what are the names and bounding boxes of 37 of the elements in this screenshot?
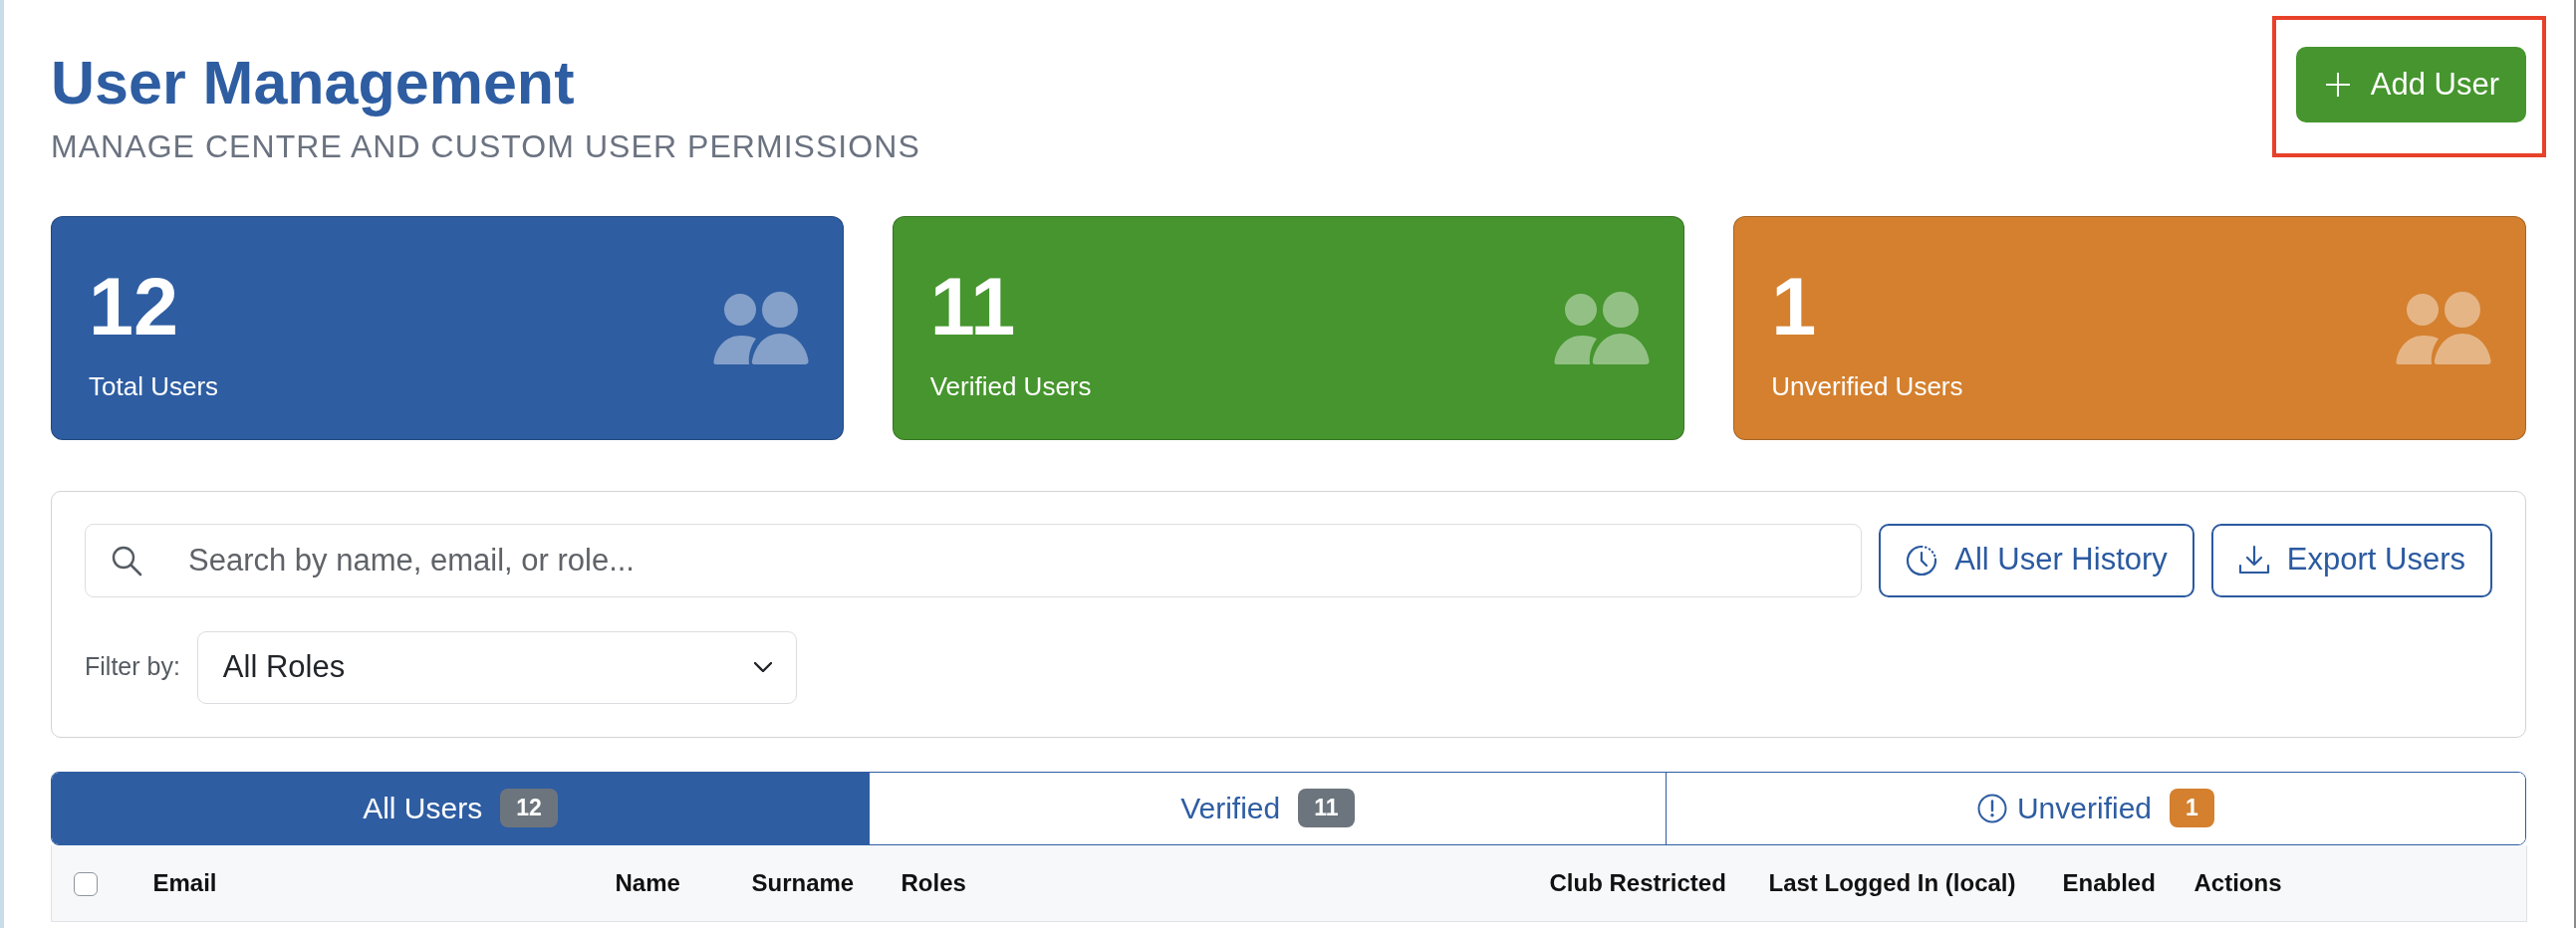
stat-value: 11 (929, 266, 1017, 348)
tab[interactable]: Unverified 1 (1665, 772, 2525, 844)
search-field[interactable]: Search by name, email, or role... (85, 523, 1863, 597)
stat-label: Total Users (89, 370, 219, 402)
people-icon (2396, 291, 2491, 364)
people-icon (1554, 291, 1651, 364)
column-header: Email (140, 844, 604, 922)
export-button[interactable]: Export Users (2210, 523, 2492, 597)
add-user-button[interactable]: Add User (2295, 47, 2526, 122)
clock-icon (1906, 544, 1938, 577)
history-button[interactable]: All User History (1879, 523, 2194, 597)
plus-icon (2325, 73, 2350, 97)
select-all-checkbox[interactable] (74, 872, 98, 897)
role-filter-select[interactable]: All Roles (196, 630, 797, 704)
exclamation-circle-icon (1976, 793, 2007, 823)
column-header: Enabled (2050, 844, 2183, 922)
column-header: Actions (2182, 844, 2527, 922)
filter-label: Filter by: (85, 651, 180, 683)
stat-label: Verified Users (929, 370, 1092, 402)
stat-value: 1 (1771, 266, 1818, 348)
column-header: Surname (739, 844, 890, 922)
count-badge: 12 (500, 788, 558, 828)
count-badge: 11 (1298, 788, 1355, 828)
download-icon (2237, 544, 2270, 577)
stat-value: 12 (89, 266, 180, 348)
stat-label: Unverified Users (1771, 370, 1963, 402)
tab[interactable]: All Users 12 (52, 772, 869, 844)
column-header: Roles (889, 844, 1538, 922)
column-header: Last Logged In (local) (1756, 844, 2051, 922)
people-icon (712, 291, 809, 364)
count-badge: 1 (2170, 788, 2214, 828)
column-header: Name (603, 844, 740, 922)
page-title: User Management (51, 48, 576, 118)
chevron-down-icon (753, 662, 772, 673)
search-icon (111, 544, 142, 577)
column-header: Club Restricted (1537, 844, 1757, 922)
page-subtitle: MANAGE CENTRE AND CUSTOM USER PERMISSIONS (51, 127, 920, 166)
